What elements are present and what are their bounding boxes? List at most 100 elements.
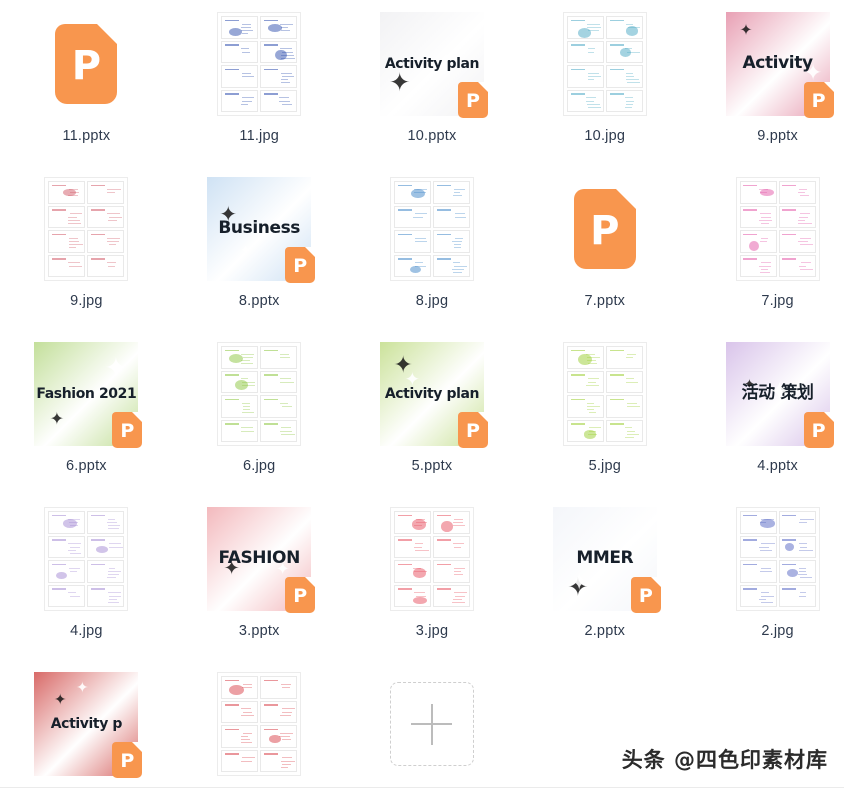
file-thumbnail[interactable]: P [34, 12, 138, 116]
slide-preview [221, 65, 259, 88]
file-name-label: 9.jpg [70, 293, 103, 309]
slide-preview [221, 700, 259, 723]
file-thumbnail[interactable]: 活动 策划 P [725, 342, 834, 448]
slide-mosaic [566, 16, 643, 112]
file-thumbnail[interactable]: P [553, 177, 657, 281]
file-item[interactable]: 6.jpg [173, 330, 346, 495]
file-item[interactable]: 活动 策划 P 4.pptx [691, 330, 844, 495]
slide-preview [605, 16, 643, 39]
file-thumbnail[interactable]: FASHION P [207, 507, 316, 613]
powerpoint-badge-glyph: P [120, 420, 135, 442]
powerpoint-badge-icon: P [112, 412, 143, 448]
file-thumbnail[interactable]: MMER P [552, 507, 661, 613]
file-thumbnail[interactable] [380, 177, 484, 281]
file-item[interactable]: P 7.pptx [518, 165, 691, 330]
slide-preview [87, 230, 125, 253]
file-thumbnail[interactable]: Fashion 2021 P [34, 342, 143, 448]
file-item[interactable]: Activity p P [0, 660, 173, 802]
slide-preview [260, 725, 298, 748]
file-name-label: 11.pptx [62, 128, 111, 144]
slide-preview [260, 749, 298, 772]
slide-preview [566, 40, 604, 63]
file-name-label: 2.pptx [584, 623, 626, 639]
file-thumbnail[interactable] [726, 507, 830, 611]
slide-preview [48, 181, 86, 204]
file-item[interactable]: Fashion 2021 P 6.pptx [0, 330, 173, 495]
file-thumbnail[interactable]: Activity p P [34, 672, 143, 778]
file-name-label: 8.pptx [238, 293, 280, 309]
file-thumbnail[interactable]: Activity plan P [379, 342, 488, 448]
file-item[interactable]: 2.jpg [691, 495, 844, 660]
file-item[interactable]: 10.jpg [518, 0, 691, 165]
cover-title: MMER [576, 548, 634, 569]
slide-preview [432, 584, 470, 607]
file-item[interactable]: Activity plan P 10.pptx [346, 0, 519, 165]
file-thumbnail[interactable] [553, 342, 657, 446]
slide-preview [221, 749, 259, 772]
slide-preview [739, 584, 777, 607]
file-thumbnail[interactable] [380, 507, 484, 611]
file-item[interactable]: 3.jpg [346, 495, 519, 660]
slide-preview [221, 725, 259, 748]
slide-preview [393, 205, 431, 228]
file-thumbnail[interactable] [207, 342, 311, 446]
slide-preview [87, 181, 125, 204]
slide-contact-sheet-thumbnail [217, 342, 302, 446]
slide-preview [87, 535, 125, 558]
file-item[interactable] [173, 660, 346, 802]
file-thumbnail[interactable] [34, 177, 138, 281]
slide-preview [739, 205, 777, 228]
slide-preview [221, 395, 259, 418]
add-file-button[interactable] [389, 682, 474, 766]
slide-preview [260, 40, 298, 63]
slide-preview [605, 370, 643, 393]
add-file-thumb-wrap[interactable] [380, 672, 484, 776]
slide-preview [87, 584, 125, 607]
powerpoint-badge-icon: P [803, 82, 834, 118]
file-item[interactable]: FASHION P 3.pptx [173, 495, 346, 660]
add-file-cell[interactable] [346, 660, 519, 802]
slide-preview [393, 254, 431, 277]
file-item[interactable]: 11.jpg [173, 0, 346, 165]
file-item[interactable]: 4.jpg [0, 495, 173, 660]
slide-preview [605, 89, 643, 112]
file-item[interactable]: 7.jpg [691, 165, 844, 330]
powerpoint-glyph: P [71, 43, 102, 89]
file-item[interactable]: P 11.pptx [0, 0, 173, 165]
file-thumbnail[interactable] [207, 672, 311, 776]
slide-preview [605, 419, 643, 442]
file-thumbnail[interactable]: Business P [207, 177, 316, 283]
file-thumbnail[interactable] [553, 12, 657, 116]
slide-preview [260, 700, 298, 723]
slide-preview [87, 205, 125, 228]
file-item[interactable]: Activity P 9.pptx [691, 0, 844, 165]
file-thumbnail[interactable] [726, 177, 830, 281]
slide-preview [48, 560, 86, 583]
file-thumbnail[interactable]: Activity P [725, 12, 834, 118]
slide-contact-sheet-thumbnail [44, 507, 129, 611]
file-item[interactable]: 9.jpg [0, 165, 173, 330]
slide-preview [221, 419, 259, 442]
file-name-label: 9.pptx [757, 128, 798, 144]
slide-mosaic [221, 676, 298, 772]
slide-preview [778, 254, 816, 277]
slide-preview [566, 395, 604, 418]
file-name-label: 8.jpg [415, 293, 449, 309]
file-thumbnail[interactable]: Activity plan P [379, 12, 488, 118]
file-item[interactable]: Activity plan P 5.pptx [346, 330, 519, 495]
file-item[interactable]: MMER P 2.pptx [518, 495, 691, 660]
slide-contact-sheet-thumbnail [44, 177, 129, 281]
slide-preview [778, 560, 816, 583]
slide-preview [432, 181, 470, 204]
slide-contact-sheet-thumbnail [735, 177, 820, 281]
slide-preview [778, 535, 816, 558]
slide-contact-sheet-thumbnail [217, 12, 302, 116]
file-name-label: 7.pptx [584, 293, 626, 309]
slide-preview [87, 254, 125, 277]
file-thumbnail[interactable] [207, 12, 311, 116]
file-item[interactable]: 8.jpg [346, 165, 519, 330]
file-item[interactable]: Business P 8.pptx [173, 165, 346, 330]
slide-preview [260, 346, 298, 369]
file-thumbnail[interactable] [34, 507, 138, 611]
file-item[interactable]: 5.jpg [518, 330, 691, 495]
